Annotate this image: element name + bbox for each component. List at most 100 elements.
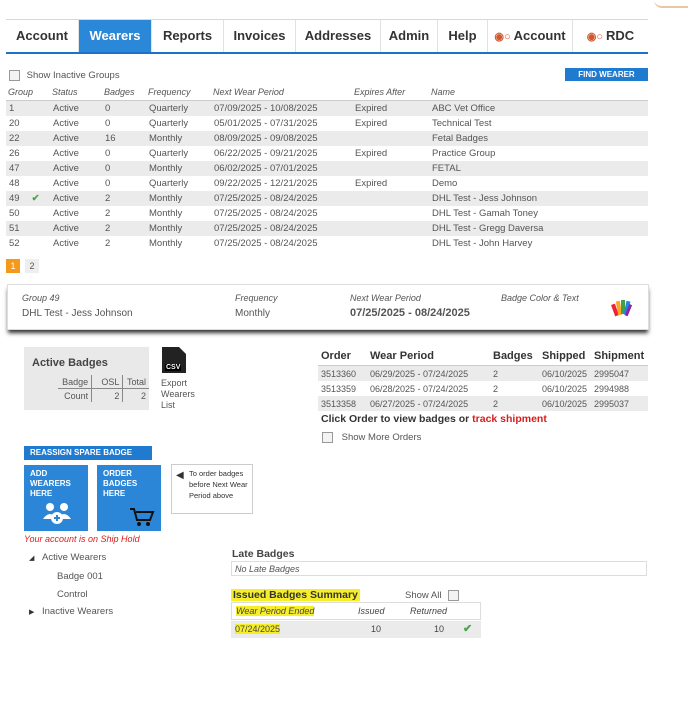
csv-file-icon[interactable]: CSV [162,347,186,373]
group-cell-status: Active [50,100,102,116]
add-wearers-button[interactable]: ADD WEARERS HERE [24,465,88,531]
group-label: Group 49 [22,293,60,303]
order-cell-period: 06/29/2025 - 07/24/2025 [367,365,490,381]
summary-row: 07/24/2025 10 10 ✔ [231,621,481,638]
group-cell-frequency: Monthly [149,238,183,249]
order-cell-shipped: 06/10/2025 [542,383,588,394]
group-row[interactable]: 52 Active 2 Monthly 07/25/2025 - 08/24/2025 D… [6,236,648,251]
active-badges-panel: Active Badges Badge OSL Total Count 2 2 [24,347,149,410]
active-badges-table: Badge OSL Total Count 2 2 [32,375,149,402]
group-cell-expires [352,191,429,206]
tab-reports[interactable]: Reports [152,20,224,52]
show-all-toggle[interactable]: Show All [405,590,460,601]
tree-active-wearers[interactable]: ◢ Active Wearers [29,552,106,563]
group-row[interactable]: 48 Active 0 Quarterly 09/22/2025 - 12/21/202… [6,176,648,191]
badge-color-icon[interactable] [610,296,632,318]
show-inactive-checkbox[interactable] [9,70,20,81]
group-cell-group: 52 [9,238,20,249]
group-cell-status: Active [50,191,102,206]
col-total: Total [122,375,149,389]
col-returned: Returned [410,606,448,616]
order-row[interactable]: 3513360 06/29/2025 - 07/24/2025 2 06/10/202… [318,365,648,381]
group-cell-group: 20 [9,118,20,129]
order-cell-shipment[interactable]: 2994988 [591,381,648,396]
order-row[interactable]: 3513359 06/28/2025 - 07/24/2025 2 06/10/202… [318,381,648,396]
find-wearer-button[interactable]: FIND WEARER [565,68,648,81]
group-cell-expires [352,236,429,251]
group-cell-badges: 2 [102,191,146,206]
group-cell-badges: 2 [102,221,146,236]
order-cell-order[interactable]: 3513360 [318,365,367,381]
decorative-swoosh [654,0,688,8]
page-1[interactable]: 1 [6,259,20,273]
track-shipment-link[interactable]: track shipment [472,413,547,425]
col-osl: OSL [91,375,124,389]
groups-col-header[interactable]: Badges [102,84,146,101]
tab-admin[interactable]: Admin [381,20,438,52]
order-cell-shipment[interactable]: 2995037 [591,396,648,411]
group-cell-group: 48 [9,178,20,189]
issued-summary-title: Issued Badges Summary [231,589,360,601]
group-cell-expires: Expired [355,148,388,159]
group-cell-period: 06/02/2025 - 07/01/2025 [211,161,352,176]
tab-addresses[interactable]: Addresses [296,20,381,52]
groups-col-header[interactable]: Group [6,84,50,101]
order-row[interactable]: 3513358 06/27/2025 - 07/24/2025 2 06/10/202… [318,396,648,411]
group-cell-group: 1 [6,100,50,116]
groups-col-header[interactable]: Next Wear Period [211,84,352,101]
order-badges-button[interactable]: ORDER BADGES HERE [97,465,161,531]
tab-invoices[interactable]: Invoices [224,20,296,52]
order-cell-shipment[interactable]: 2995047 [591,365,648,381]
group-cell-group: 50 [9,208,20,219]
group-row[interactable]: 51 Active 2 Monthly 07/25/2025 - 08/24/2025 D… [6,221,648,236]
group-row[interactable]: 49 ✔ Active 2 Monthly 07/25/2025 - 08/24/2025… [6,191,648,206]
group-cell-frequency: Quarterly [149,118,189,129]
groups-col-header[interactable]: Name [429,84,648,101]
selected-check-icon: ✔ [31,193,40,204]
group-row[interactable]: 22 Active 16 Monthly 08/09/2025 - 09/08/2025… [6,131,648,146]
group-cell-frequency: Monthly [146,131,211,146]
reassign-spare-badge-button[interactable]: REASSIGN SPARE BADGE [24,446,152,460]
show-more-orders-toggle[interactable]: Show More Orders [322,432,421,443]
page-2[interactable]: 2 [25,259,39,273]
group-row[interactable]: 47 Active 0 Monthly 06/02/2025 - 07/01/2025 F… [6,161,648,176]
group-row[interactable]: 26 Active 0 Quarterly 06/22/2025 - 09/21/202… [6,146,648,161]
show-inactive-toggle[interactable]: Show Inactive Groups [9,70,120,81]
group-cell-status: Active [50,221,102,236]
group-row[interactable]: 1 Active 0 Quarterly 07/09/2025 - 10/08/2025… [6,100,648,116]
tab-account[interactable]: Account [6,20,79,52]
group-cell-period: 05/01/2025 - 07/31/2025 [214,118,318,129]
group-cell-frequency: Quarterly [146,100,211,116]
frequency-value: Monthly [235,308,271,319]
group-cell-frequency: Monthly [149,208,183,219]
show-more-orders-checkbox[interactable] [322,432,333,443]
tree-badge-001[interactable]: Badge 001 [57,571,103,582]
order-cell-order[interactable]: 3513359 [318,381,367,396]
tab-wearers[interactable]: Wearers [79,20,152,52]
next-wear-label: Next Wear Period [350,293,421,303]
tab-rdc[interactable]: ◉○ RDC [573,20,648,52]
groups-col-header[interactable]: Expires After [352,84,429,101]
groups-col-header[interactable]: Status [50,84,102,101]
group-cell-frequency: Monthly [146,221,211,236]
order-cell-order[interactable]: 3513358 [318,396,367,411]
group-cell-name: DHL Test - John Harvey [432,238,533,249]
col-issued: Issued [358,606,385,616]
tree-inactive-wearers[interactable]: ▶ Inactive Wearers [29,606,113,617]
show-all-checkbox[interactable] [448,590,460,601]
group-row[interactable]: 50 Active 2 Monthly 07/25/2025 - 08/24/2025 D… [6,206,648,221]
tree-control[interactable]: Control [57,589,88,600]
group-cell-period: 07/09/2025 - 10/08/2025 [211,100,352,116]
group-cell-period: 08/09/2025 - 09/08/2025 [211,131,352,146]
orders-col-header: Badges [490,347,539,366]
groups-col-header[interactable]: Frequency [146,84,211,101]
group-cell-name: FETAL [429,161,648,176]
group-row[interactable]: 20 Active 0 Quarterly 05/01/2025 - 07/31/202… [6,116,648,131]
tab-help[interactable]: Help [438,20,488,52]
tab-account-users[interactable]: ◉○ Account [488,20,573,52]
late-badges-value: No Late Badges [231,561,647,576]
group-cell-name: ABC Vet Office [429,100,648,116]
group-cell-period: 07/25/2025 - 08/24/2025 [214,208,318,219]
export-wearers-link[interactable]: Export Wearers List [161,378,201,411]
group-cell-name: DHL Test - Jess Johnson [429,191,648,206]
